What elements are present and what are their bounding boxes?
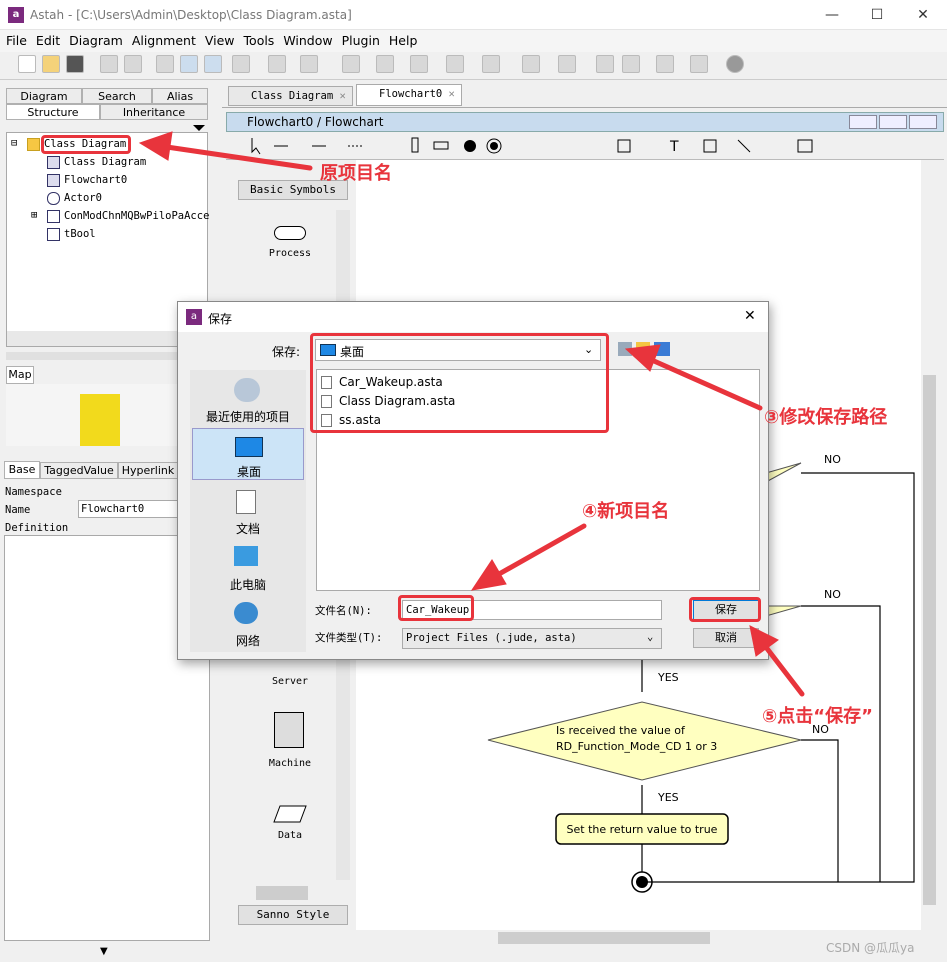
annotation-click-save: ⑤点击“保存” xyxy=(762,706,873,727)
arrow-to-save xyxy=(759,639,805,697)
watermark: CSDN @瓜瓜ya xyxy=(826,941,915,955)
arrow-to-filename xyxy=(489,523,587,581)
arrow-to-path xyxy=(642,354,763,411)
arrow-to-project xyxy=(157,143,313,171)
annotation-change-path: ③修改保存路径 xyxy=(764,407,888,428)
annotation-original-name: 原项目名 xyxy=(320,163,392,184)
annotation-new-name: ④新项目名 xyxy=(582,501,670,522)
annotation-arrows xyxy=(138,131,805,697)
